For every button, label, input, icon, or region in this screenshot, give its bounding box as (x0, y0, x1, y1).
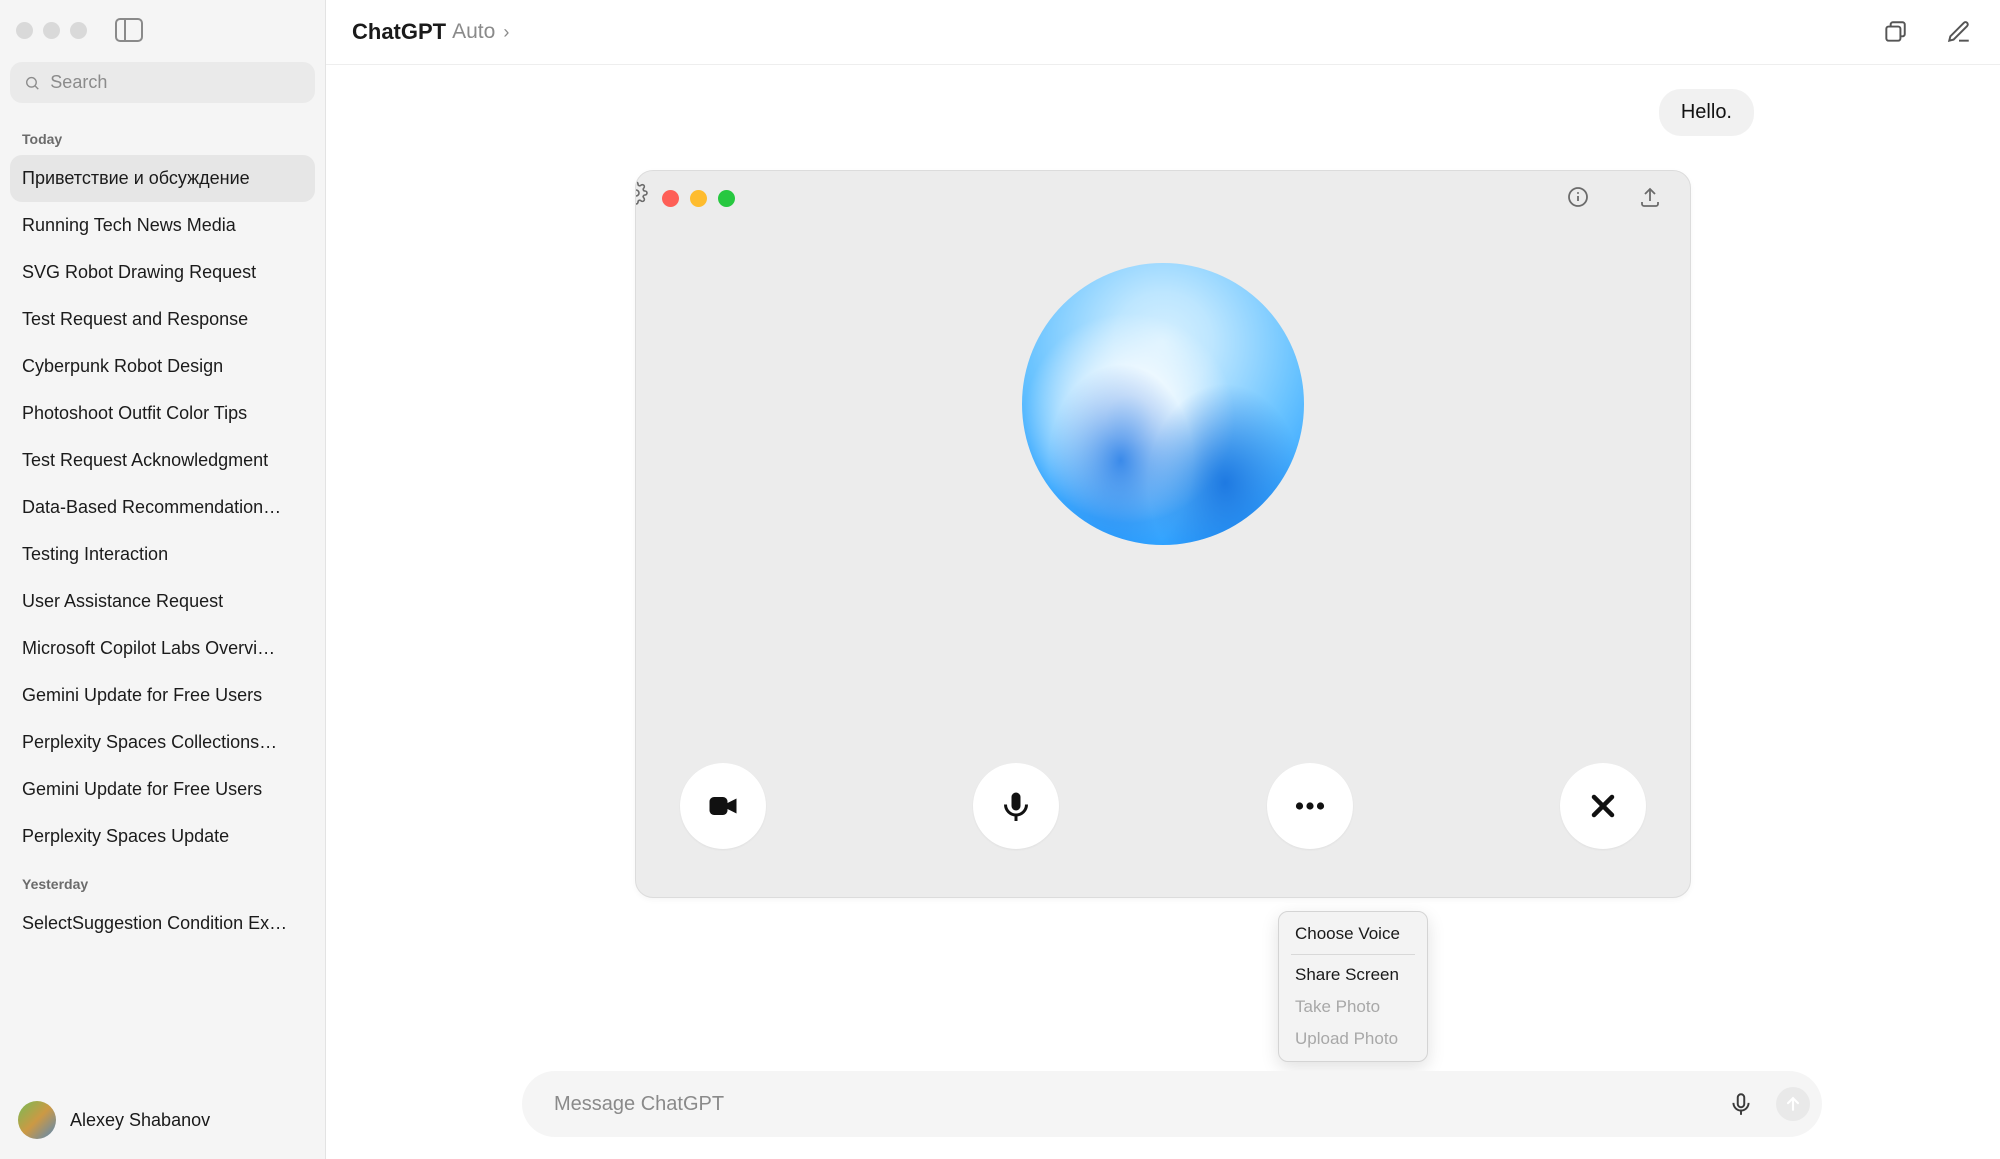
sidebar-item[interactable]: Data-Based Recommendation… (10, 484, 315, 531)
composer-input[interactable] (554, 1093, 1706, 1116)
topbar: ChatGPT Auto › (326, 0, 2000, 65)
content: Hello. (326, 65, 2000, 1159)
sidebar-item[interactable]: Perplexity Spaces Collections… (10, 719, 315, 766)
close-button[interactable] (1560, 763, 1646, 849)
username: Alexey Shabanov (70, 1110, 210, 1131)
avatar (18, 1101, 56, 1139)
sidebar-item[interactable]: Cyberpunk Robot Design (10, 343, 315, 390)
send-button[interactable] (1776, 1087, 1810, 1121)
sidebar: Today Приветствие и обсуждение Running T… (0, 0, 326, 1159)
more-popup-menu: Choose Voice Share Screen Take Photo Upl… (1278, 911, 1428, 1062)
section-today: Today (10, 115, 315, 155)
sidebar-item[interactable]: Gemini Update for Free Users (10, 672, 315, 719)
popup-take-photo: Take Photo (1285, 991, 1421, 1023)
microphone-button[interactable] (973, 763, 1059, 849)
user-message-bubble: Hello. (1659, 89, 1754, 136)
sidebar-item[interactable]: Running Tech News Media (10, 202, 315, 249)
section-yesterday: Yesterday (10, 860, 315, 900)
window-traffic-lights (16, 22, 105, 39)
video-button[interactable] (680, 763, 766, 849)
sidebar-item[interactable]: Приветствие и обсуждение (10, 155, 315, 202)
info-icon[interactable] (1566, 185, 1592, 211)
popup-share-screen[interactable]: Share Screen (1285, 959, 1421, 991)
app-mode: Auto (452, 20, 495, 44)
toggle-sidebar-icon[interactable] (115, 18, 143, 42)
traffic-minimize-icon[interactable] (690, 190, 707, 207)
sidebar-item[interactable]: Photoshoot Outfit Color Tips (10, 390, 315, 437)
voice-traffic-lights (662, 190, 735, 207)
sidebar-footer[interactable]: Alexey Shabanov (8, 1087, 317, 1151)
model-selector[interactable]: ChatGPT Auto › (352, 19, 509, 45)
traffic-zoom-icon[interactable] (718, 190, 735, 207)
chevron-right-icon: › (503, 22, 509, 43)
traffic-close-icon[interactable] (16, 22, 33, 39)
sidebar-item[interactable]: Microsoft Copilot Labs Overvi… (10, 625, 315, 672)
search-field[interactable] (50, 72, 301, 93)
sidebar-item[interactable]: Test Request and Response (10, 296, 315, 343)
popup-separator (1291, 954, 1415, 955)
app-title: ChatGPT (352, 19, 446, 45)
compose-icon[interactable] (1944, 17, 1974, 47)
sidebar-item[interactable]: User Assistance Request (10, 578, 315, 625)
search-icon (24, 74, 40, 92)
search-input[interactable] (10, 62, 315, 103)
composer[interactable] (522, 1071, 1822, 1137)
voice-window-bar (636, 171, 1690, 225)
sidebar-item[interactable]: Test Request Acknowledgment (10, 437, 315, 484)
popup-upload-photo: Upload Photo (1285, 1023, 1421, 1055)
upload-icon[interactable] (1638, 185, 1664, 211)
traffic-close-icon[interactable] (662, 190, 679, 207)
voice-orb (1022, 263, 1304, 545)
sidebar-item[interactable]: SelectSuggestion Condition Ex… (10, 900, 315, 947)
traffic-zoom-icon[interactable] (70, 22, 87, 39)
sidebar-scroll: Today Приветствие и обсуждение Running T… (8, 109, 317, 1087)
sidebar-item[interactable]: Gemini Update for Free Users (10, 766, 315, 813)
microphone-icon[interactable] (1724, 1087, 1758, 1121)
overlapping-windows-icon[interactable] (1880, 17, 1910, 47)
sidebar-titlebar (8, 8, 317, 52)
popup-choose-voice[interactable]: Choose Voice (1285, 918, 1421, 950)
sidebar-item[interactable]: Testing Interaction (10, 531, 315, 578)
settings-peek-icon[interactable] (635, 181, 648, 205)
voice-controls (636, 763, 1690, 849)
composer-wrap (522, 1071, 1822, 1137)
search-wrap (10, 62, 315, 103)
sidebar-item[interactable]: SVG Robot Drawing Request (10, 249, 315, 296)
sidebar-item[interactable]: Perplexity Spaces Update (10, 813, 315, 860)
traffic-minimize-icon[interactable] (43, 22, 60, 39)
main: ChatGPT Auto › Hello. (326, 0, 2000, 1159)
voice-mode-window (635, 170, 1691, 898)
more-button[interactable] (1267, 763, 1353, 849)
voice-window-actions (1566, 185, 1664, 211)
top-actions (1880, 17, 1974, 47)
